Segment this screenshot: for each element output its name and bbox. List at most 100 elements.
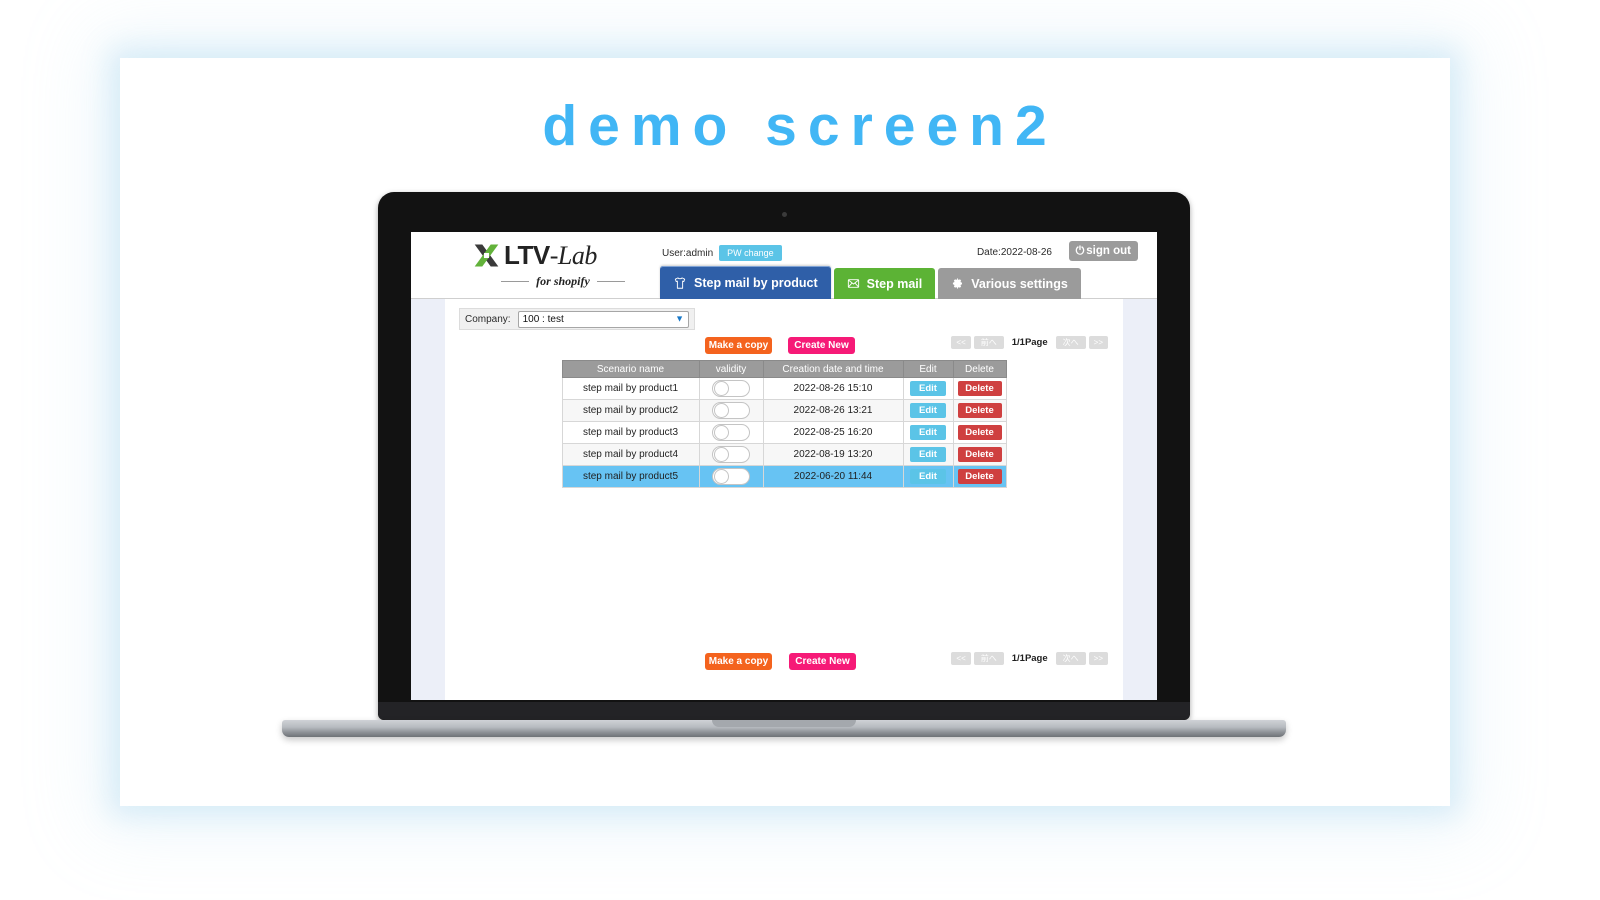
edit-button[interactable]: Edit xyxy=(910,447,946,462)
tab-label: Step mail by product xyxy=(694,275,818,290)
table-row[interactable]: step mail by product3 2022-08-25 16:20 Edi… xyxy=(561,421,1007,444)
table-header-row: Scenario name validity Creation date and… xyxy=(561,360,1007,378)
table-body: step mail by product1 2022-08-26 15:10 Edi… xyxy=(561,377,1007,488)
cell-edit: Edit xyxy=(902,377,954,400)
pagination-first-button[interactable]: << xyxy=(951,652,971,665)
create-new-button-bottom[interactable]: Create New xyxy=(789,653,856,670)
brand-name-main: LTV xyxy=(504,239,550,270)
brand-tagline-row: for shopify xyxy=(473,274,653,289)
cell-validity xyxy=(698,465,764,488)
company-selected-value: 100 : test xyxy=(522,313,564,325)
edit-button[interactable]: Edit xyxy=(910,403,946,418)
column-header-validity: validity xyxy=(698,360,764,378)
table-row[interactable]: step mail by product2 2022-08-26 13:21 Edi… xyxy=(561,399,1007,422)
tagline-rule-left xyxy=(501,281,530,282)
column-header-scenario-name: Scenario name xyxy=(561,360,700,378)
make-a-copy-button-bottom[interactable]: Make a copy xyxy=(705,653,772,670)
cell-creation-date: 2022-08-26 15:10 xyxy=(762,377,904,400)
delete-button[interactable]: Delete xyxy=(957,469,1002,484)
page-title: demo screen2 xyxy=(542,94,1058,158)
x-mark-icon xyxy=(474,244,499,266)
validity-toggle[interactable] xyxy=(712,402,750,419)
edit-button[interactable]: Edit xyxy=(910,381,946,396)
laptop-camera-icon xyxy=(781,212,787,217)
laptop-mockup: LTV-Lab for shopify User:admin PW change xyxy=(282,192,1286,737)
brand-name-italic: Lab xyxy=(557,240,597,270)
cell-edit: Edit xyxy=(902,421,954,444)
table-row[interactable]: step mail by product1 2022-08-26 15:10 Edi… xyxy=(561,377,1007,400)
tab-step-mail[interactable]: Step mail xyxy=(833,268,936,299)
cell-validity xyxy=(698,421,764,444)
cell-validity xyxy=(698,399,764,422)
cell-scenario-name: step mail by product5 xyxy=(561,465,700,488)
tab-label: Various settings xyxy=(971,276,1068,291)
cell-creation-date: 2022-08-19 13:20 xyxy=(762,443,904,466)
pagination-last-button[interactable]: >> xyxy=(1088,652,1108,665)
chevron-down-icon: ▼ xyxy=(675,313,684,324)
gear-icon xyxy=(951,277,964,290)
toggle-knob xyxy=(714,469,729,484)
cell-delete: Delete xyxy=(952,377,1007,400)
delete-button[interactable]: Delete xyxy=(957,447,1002,462)
laptop-screen: LTV-Lab for shopify User:admin PW change xyxy=(411,232,1157,700)
tagline-rule-right xyxy=(596,281,625,282)
tab-step-mail-by-product[interactable]: Step mail by product xyxy=(660,266,831,299)
table-row[interactable]: step mail by product4 2022-08-19 13:20 Edi… xyxy=(561,443,1007,466)
main-navigation-tabs: Step mail by product Step mail Various s… xyxy=(660,266,1081,299)
cell-scenario-name: step mail by product2 xyxy=(561,399,700,422)
cell-scenario-name: step mail by product1 xyxy=(561,377,700,400)
cell-creation-date: 2022-06-20 11:44 xyxy=(762,465,904,488)
sign-out-label: sign out xyxy=(1086,245,1131,257)
toggle-knob xyxy=(714,425,729,440)
create-new-button-top[interactable]: Create New xyxy=(788,337,855,354)
edit-button[interactable]: Edit xyxy=(910,425,946,440)
pagination-bottom: << 前へ 1/1Page 次へ >> xyxy=(951,652,1108,665)
top-toolbar: Make a copy Create New << 前へ 1/1Page 次へ … xyxy=(459,332,1109,360)
cell-scenario-name: step mail by product3 xyxy=(561,421,700,444)
delete-button[interactable]: Delete xyxy=(957,403,1002,418)
edit-button[interactable]: Edit xyxy=(910,469,946,484)
envelope-icon xyxy=(847,277,860,290)
company-label: Company: xyxy=(465,313,511,325)
cell-delete: Delete xyxy=(952,443,1007,466)
pagination-prev-button[interactable]: 前へ xyxy=(973,652,1004,665)
pagination-page-label: 1/1Page xyxy=(1011,337,1048,348)
brand-wordmark: LTV-Lab xyxy=(504,242,597,269)
laptop-lid: LTV-Lab for shopify User:admin PW change xyxy=(378,192,1190,720)
pagination-first-button[interactable]: << xyxy=(951,336,971,349)
tshirt-icon xyxy=(673,276,687,290)
scenario-table: Scenario name validity Creation date and… xyxy=(561,360,1007,488)
pagination-last-button[interactable]: >> xyxy=(1088,336,1108,349)
pagination-next-button[interactable]: 次へ xyxy=(1055,336,1086,349)
app-header: LTV-Lab for shopify User:admin PW change xyxy=(411,232,1157,299)
sign-out-button[interactable]: ⏻ sign out xyxy=(1068,241,1138,261)
validity-toggle[interactable] xyxy=(712,446,750,463)
toggle-knob xyxy=(714,403,729,418)
pagination-prev-button[interactable]: 前へ xyxy=(973,336,1004,349)
user-info: User:admin PW change xyxy=(662,245,782,261)
validity-toggle[interactable] xyxy=(712,380,750,397)
validity-toggle[interactable] xyxy=(712,468,750,485)
delete-button[interactable]: Delete xyxy=(957,381,1002,396)
validity-toggle[interactable] xyxy=(712,424,750,441)
pagination-next-button[interactable]: 次へ xyxy=(1055,652,1086,665)
column-header-creation-date: Creation date and time xyxy=(762,360,904,378)
brand-name-sep: - xyxy=(549,240,559,270)
application-window: LTV-Lab for shopify User:admin PW change xyxy=(411,232,1157,700)
company-select[interactable]: 100 : test ▼ xyxy=(517,310,689,328)
make-a-copy-button-top[interactable]: Make a copy xyxy=(705,337,772,354)
delete-button[interactable]: Delete xyxy=(957,425,1002,440)
column-header-delete: Delete xyxy=(952,360,1007,378)
cell-validity xyxy=(698,443,764,466)
cell-edit: Edit xyxy=(902,399,954,422)
pw-change-button[interactable]: PW change xyxy=(719,245,782,261)
cell-edit: Edit xyxy=(902,465,954,488)
scenario-table-wrapper: Scenario name validity Creation date and… xyxy=(459,360,1109,488)
power-icon: ⏻ xyxy=(1075,244,1085,257)
table-row[interactable]: step mail by product5 2022-06-20 11:44 Edi… xyxy=(561,465,1007,488)
table-header: Scenario name validity Creation date and… xyxy=(561,360,1007,378)
tab-various-settings[interactable]: Various settings xyxy=(938,268,1081,299)
current-date-label: Date:2022-08-26 xyxy=(976,247,1052,258)
cell-edit: Edit xyxy=(902,443,954,466)
cell-delete: Delete xyxy=(952,399,1007,422)
